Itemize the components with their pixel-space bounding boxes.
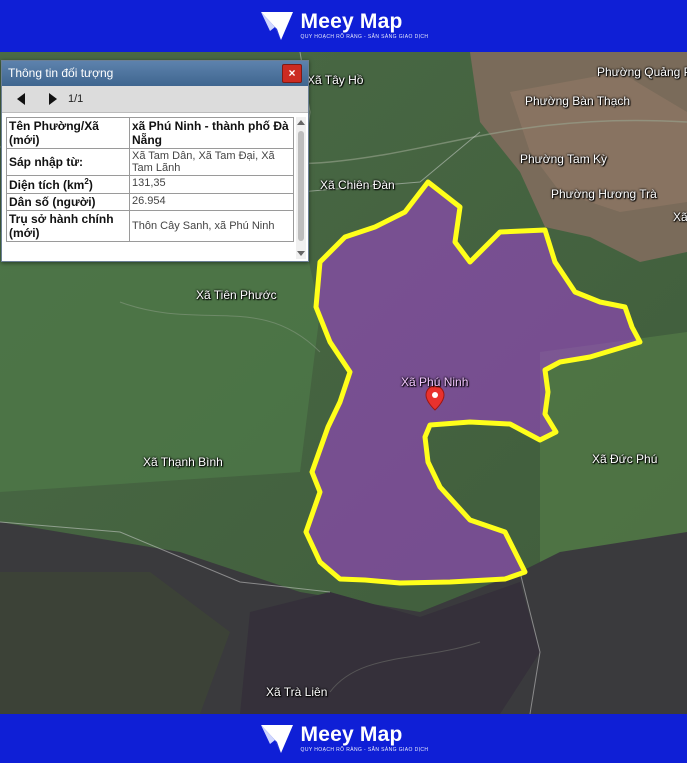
- brand-tagline: QUY HOẠCH RÕ RÀNG - SẴN SÀNG GIAO DỊCH: [300, 34, 429, 40]
- panel-header: Thông tin đối tượng ×: [2, 61, 308, 86]
- bottom-brand-bar: Meey Map QUY HOẠCH RÕ RÀNG - SẴN SÀNG GI…: [0, 714, 687, 763]
- place-label-tra-lien: Xã Trà Liên: [266, 685, 328, 699]
- table-row: Sáp nhập từ: Xã Tam Dân, Xã Tam Đại, Xã …: [6, 148, 294, 176]
- table-row: Dân số (người) 26.954: [6, 193, 294, 211]
- row-value-merged: Xã Tam Dân, Xã Tam Đại, Xã Tam Lãnh: [129, 148, 294, 176]
- row-key-name: Tên Phường/Xã (mới): [6, 117, 130, 149]
- table-row: Tên Phường/Xã (mới) xã Phú Ninh - thành …: [6, 117, 294, 149]
- scroll-thumb[interactable]: [298, 131, 304, 241]
- page-indicator: 1/1: [68, 93, 84, 105]
- panel-scrollbar[interactable]: [296, 117, 306, 259]
- place-label-tien-phuoc: Xã Tiên Phước: [196, 288, 277, 302]
- close-button[interactable]: ×: [282, 64, 302, 83]
- brand-logo-group: Meey Map QUY HOẠCH RÕ RÀNG - SẴN SÀNG GI…: [259, 9, 429, 43]
- row-key-office: Trụ sở hành chính (mới): [6, 210, 130, 242]
- place-label-duc-phu: Xã Đức Phú: [592, 452, 658, 466]
- meey-map-logo-icon: [260, 724, 293, 753]
- place-label-quang-phu: Phường Quảng Phú: [597, 65, 687, 79]
- row-value-population: 26.954: [129, 193, 294, 211]
- previous-arrow-icon[interactable]: [16, 92, 26, 106]
- place-label-edge: Xã: [673, 210, 687, 224]
- place-label-thanh-binh: Xã Thạnh Bình: [143, 455, 223, 469]
- panel-pager: 1/1: [2, 86, 308, 113]
- place-label-tay-ho: Xã Tây Hồ: [307, 73, 364, 87]
- place-label-chien-dan: Xã Chiên Đàn: [320, 178, 395, 192]
- brand-logo-group-bottom: Meey Map QUY HOẠCH RÕ RÀNG - SẴN SÀNG GI…: [259, 722, 429, 756]
- area-key-text: Diện tích (km: [9, 178, 85, 192]
- selected-place-label[interactable]: Xã Phú Ninh: [401, 375, 468, 389]
- row-key-population: Dân số (người): [6, 193, 130, 211]
- row-key-merged: Sáp nhập từ:: [6, 148, 130, 176]
- row-value-name: xã Phú Ninh - thành phố Đà Nẵng: [129, 117, 294, 149]
- table-row: Trụ sở hành chính (mới) Thôn Cây Sanh, x…: [6, 210, 294, 242]
- info-table: Tên Phường/Xã (mới) xã Phú Ninh - thành …: [6, 117, 294, 242]
- place-label-tam-ky: Phường Tam Kỳ: [520, 152, 608, 166]
- place-label-huong-tra: Phường Hương Trà: [551, 187, 657, 201]
- brand-tagline-bottom: QUY HOẠCH RÕ RÀNG - SẴN SÀNG GIAO DỊCH: [300, 746, 429, 753]
- top-brand-bar: Meey Map QUY HOẠCH RÕ RÀNG - SẴN SÀNG GI…: [0, 0, 687, 52]
- scroll-down-icon[interactable]: [297, 251, 305, 256]
- row-value-office: Thôn Cây Sanh, xã Phú Ninh: [129, 210, 294, 242]
- panel-title: Thông tin đối tượng: [8, 66, 114, 80]
- brand-name: Meey Map: [300, 10, 403, 33]
- place-label-ban-thach: Phường Bàn Thạch: [525, 94, 631, 108]
- row-value-area: 131,35: [129, 175, 294, 194]
- scroll-up-icon[interactable]: [297, 120, 305, 125]
- row-key-area: Diện tích (km2): [6, 175, 130, 194]
- area-key-end: ): [88, 178, 93, 192]
- object-info-panel: Thông tin đối tượng × 1/1 Tên Phường/Xã …: [1, 60, 309, 262]
- next-arrow-icon[interactable]: [48, 92, 58, 106]
- table-row: Diện tích (km2) 131,35: [6, 175, 294, 194]
- info-table-container[interactable]: Tên Phường/Xã (mới) xã Phú Ninh - thành …: [6, 117, 294, 259]
- meey-map-logo-icon: [260, 12, 293, 40]
- brand-name-bottom: Meey Map: [300, 722, 403, 746]
